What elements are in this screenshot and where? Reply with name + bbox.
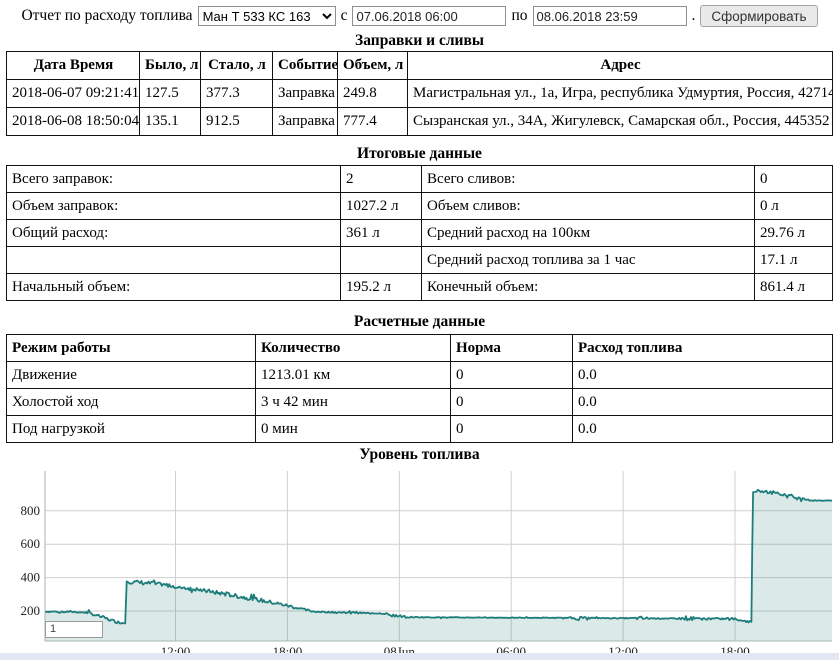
total-label: Средний расход на 100км [422, 220, 755, 247]
svg-text:200: 200 [21, 603, 41, 618]
cell-mode: Под нагрузкой [7, 416, 256, 443]
to-label: по [511, 7, 527, 25]
total-value: 0 [755, 166, 833, 193]
bottom-scroll-strip [0, 653, 839, 660]
total-label: Конечный объем: [422, 274, 755, 301]
total-value: 17.1 л [755, 247, 833, 274]
total-label: Начальный объем: [7, 274, 341, 301]
cell-mode: Движение [7, 362, 256, 389]
total-label: Объем заправок: [7, 193, 341, 220]
total-value: 1027.2 л [341, 193, 422, 220]
cell-became: 912.5 [201, 108, 273, 136]
col-address: Адрес [408, 52, 833, 80]
col-volume: Объем, л [338, 52, 408, 80]
cell-norm: 0 [451, 416, 573, 443]
dot-separator: . [692, 7, 696, 25]
cell-norm: 0 [451, 389, 573, 416]
total-label: Всего заправок: [7, 166, 341, 193]
table-row: Объем заправок: 1027.2 л Объем сливов: 0… [7, 193, 833, 220]
cell-quantity: 1213.01 км [256, 362, 451, 389]
cell-was: 135.1 [140, 108, 201, 136]
to-datetime-input[interactable] [533, 6, 687, 26]
total-value: 2 [341, 166, 422, 193]
cell-address: Магистральная ул., 1а, Игра, республика … [408, 80, 833, 108]
cell-fuel-usage: 0.0 [573, 389, 833, 416]
table-row: Средний расход топлива за 1 час 17.1 л [7, 247, 833, 274]
chart-zoom-level-box[interactable]: 1 [45, 621, 103, 638]
totals-table: Всего заправок: 2 Всего сливов: 0 Объем … [6, 165, 833, 301]
cell-fuel-usage: 0.0 [573, 416, 833, 443]
cell-quantity: 3 ч 42 мин [256, 389, 451, 416]
cell-address: Сызранская ул., 34А, Жигулевск, Самарска… [408, 108, 833, 136]
col-mode: Режим работы [7, 335, 256, 362]
report-toolbar: Отчет по расходу топлива Ман Т 533 КС 16… [0, 0, 839, 28]
generate-report-button[interactable]: Сформировать [700, 5, 817, 27]
from-label: с [341, 7, 348, 25]
table-row: Всего заправок: 2 Всего сливов: 0 [7, 166, 833, 193]
col-was: Было, л [140, 52, 201, 80]
calc-table: Режим работы Количество Норма Расход топ… [6, 334, 833, 443]
cell-event: Заправка [273, 80, 338, 108]
svg-text:600: 600 [21, 536, 41, 551]
from-datetime-input[interactable] [352, 6, 506, 26]
total-value: 361 л [341, 220, 422, 247]
table-row: Под нагрузкой 0 мин 0 0.0 [7, 416, 833, 443]
col-event: Событие [273, 52, 338, 80]
col-fuel-usage: Расход топлива [573, 335, 833, 362]
refuels-table: Дата Время Было, л Стало, л Событие Объе… [6, 51, 833, 136]
calc-section-title: Расчетные данные [0, 314, 839, 329]
cell-volume: 777.4 [338, 108, 408, 136]
table-row: 2018-06-08 18:50:04 135.1 912.5 Заправка… [7, 108, 833, 136]
col-datetime: Дата Время [7, 52, 140, 80]
cell-datetime: 2018-06-08 18:50:04 [7, 108, 140, 136]
total-label: Объем сливов: [422, 193, 755, 220]
svg-text:400: 400 [21, 570, 41, 585]
chart-title: Уровень топлива [0, 447, 839, 462]
total-label [7, 247, 341, 274]
cell-volume: 249.8 [338, 80, 408, 108]
table-row: Общий расход: 361 л Средний расход на 10… [7, 220, 833, 247]
vehicle-select[interactable]: Ман Т 533 КС 163 [198, 6, 336, 26]
cell-quantity: 0 мин [256, 416, 451, 443]
fuel-level-chart-section: Уровень топлива 20040060080012:0018:0008… [0, 447, 839, 660]
calc-header-row: Режим работы Количество Норма Расход топ… [7, 335, 833, 362]
cell-event: Заправка [273, 108, 338, 136]
table-row: Движение 1213.01 км 0 0.0 [7, 362, 833, 389]
table-row: Начальный объем: 195.2 л Конечный объем:… [7, 274, 833, 301]
cell-became: 377.3 [201, 80, 273, 108]
total-value [341, 247, 422, 274]
cell-datetime: 2018-06-07 09:21:41 [7, 80, 140, 108]
total-value: 29.76 л [755, 220, 833, 247]
col-became: Стало, л [201, 52, 273, 80]
table-row: Холостой ход 3 ч 42 мин 0 0.0 [7, 389, 833, 416]
svg-text:800: 800 [21, 503, 41, 518]
total-value: 861.4 л [755, 274, 833, 301]
fuel-report-page: Отчет по расходу топлива Ман Т 533 КС 16… [0, 0, 839, 660]
y-axis-tick-labels: 200 400 600 800 [21, 503, 41, 618]
totals-section-title: Итоговые данные [0, 146, 839, 161]
fuel-level-chart[interactable]: 20040060080012:0018:0008Jun06:0012:0018:… [0, 463, 839, 660]
total-value: 0 л [755, 193, 833, 220]
total-value: 195.2 л [341, 274, 422, 301]
total-label: Средний расход топлива за 1 час [422, 247, 755, 274]
total-label: Всего сливов: [422, 166, 755, 193]
total-label: Общий расход: [7, 220, 341, 247]
cell-norm: 0 [451, 362, 573, 389]
col-norm: Норма [451, 335, 573, 362]
report-title: Отчет по расходу топлива [21, 7, 192, 25]
refuels-section-title: Заправки и сливы [0, 33, 839, 48]
cell-mode: Холостой ход [7, 389, 256, 416]
cell-fuel-usage: 0.0 [573, 362, 833, 389]
col-quantity: Количество [256, 335, 451, 362]
refuels-header-row: Дата Время Было, л Стало, л Событие Объе… [7, 52, 833, 80]
cell-was: 127.5 [140, 80, 201, 108]
table-row: 2018-06-07 09:21:41 127.5 377.3 Заправка… [7, 80, 833, 108]
